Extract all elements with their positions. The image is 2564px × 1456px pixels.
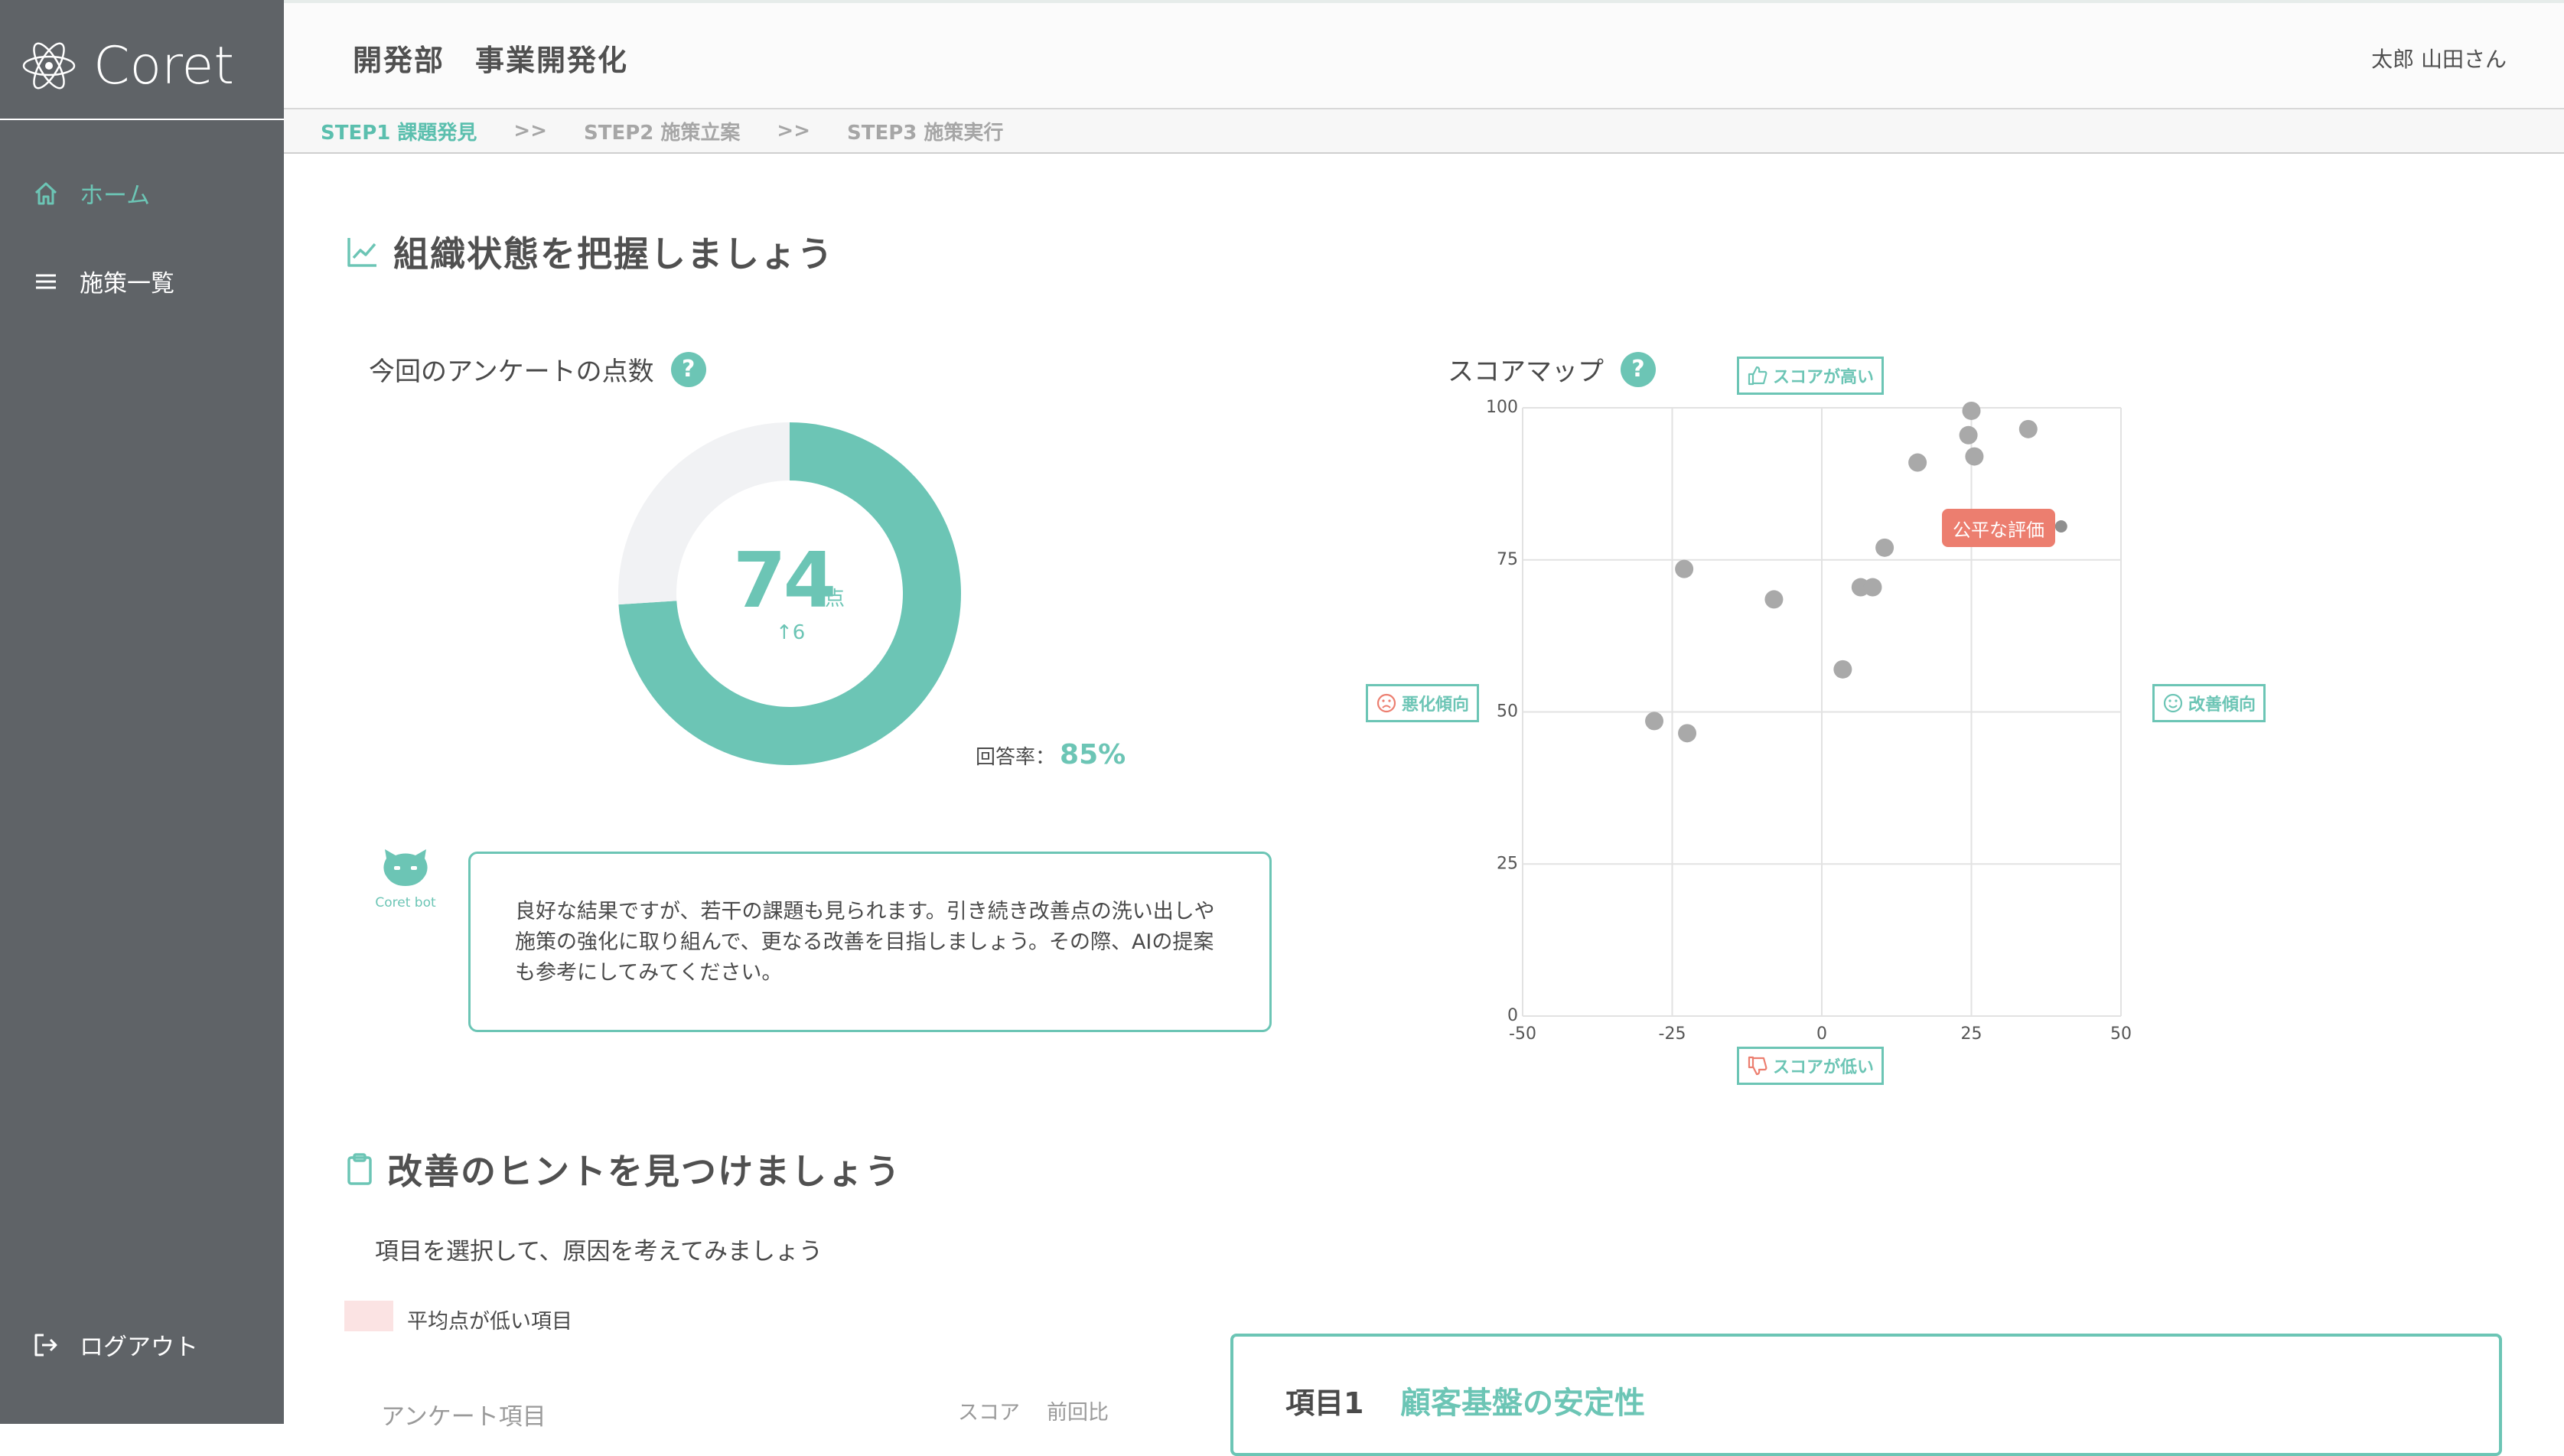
- department-title: 開発部 事業開発化: [353, 44, 629, 77]
- scatter-point[interactable]: [1959, 425, 1978, 445]
- x-tick-label: 0: [1816, 1024, 1827, 1044]
- x-tick-label: 50: [2110, 1024, 2132, 1044]
- logout-button[interactable]: ログアウト: [31, 1327, 198, 1362]
- legend-label-low: 平均点が低い項目: [407, 1310, 572, 1334]
- home-icon: [31, 178, 61, 209]
- chart-line-icon: [346, 235, 380, 269]
- sidebar-item-measures[interactable]: 施策一覧: [31, 264, 174, 298]
- sidebar-item-home[interactable]: ホーム: [31, 176, 150, 210]
- help-icon[interactable]: ?: [670, 351, 706, 387]
- score-title: 今回のアンケートの点数 ?: [369, 350, 706, 388]
- table-header-score: スコア: [958, 1401, 1020, 1425]
- coret-bot: Coret bot: [373, 848, 438, 910]
- scatter-point[interactable]: [1678, 724, 1697, 743]
- y-tick-label: 75: [1497, 550, 1518, 569]
- y-tick-label: 0: [1507, 1006, 1518, 1025]
- smile-face-icon: [2163, 693, 2183, 713]
- help-icon[interactable]: ?: [1621, 351, 1656, 387]
- step-2[interactable]: STEP2 施策立案: [584, 117, 740, 145]
- tag-score-low[interactable]: スコアが低い: [1737, 1047, 1885, 1085]
- scatter-point[interactable]: [1833, 660, 1852, 679]
- app-logo[interactable]: Coret: [21, 26, 234, 106]
- y-tick-label: 100: [1486, 398, 1518, 417]
- detail-item-number: 項目1: [1285, 1386, 1364, 1420]
- section-title-organization: 組織状態を把握しましょう: [346, 226, 834, 277]
- thumbs-down-icon: [1748, 1056, 1767, 1076]
- table-header-prev: 前回比: [1047, 1401, 1109, 1425]
- tag-score-high[interactable]: スコアが高い: [1737, 357, 1885, 395]
- y-tick-label: 50: [1497, 702, 1518, 721]
- scatter-point[interactable]: [1962, 401, 1981, 420]
- tag-trend-worse[interactable]: 悪化傾向: [1366, 684, 1480, 722]
- step-breadcrumb: STEP1 課題発見 >> STEP2 施策立案 >> STEP3 施策実行: [284, 109, 2564, 154]
- top-header: 開発部 事業開発化 太郎 山田さん: [284, 0, 2564, 109]
- step-1[interactable]: STEP1 課題発見: [321, 117, 477, 145]
- scatter-point[interactable]: [1675, 559, 1694, 578]
- score-unit: 点: [825, 588, 845, 611]
- x-tick-label: 25: [1961, 1024, 1982, 1044]
- scatter-point[interactable]: [1875, 538, 1894, 557]
- point-tooltip: 公平な評価: [1942, 509, 2055, 547]
- table-header-item: アンケート項目: [381, 1403, 546, 1431]
- tag-trend-better[interactable]: 改善傾向: [2152, 684, 2266, 722]
- logout-icon: [31, 1330, 61, 1360]
- bot-label: Coret bot: [375, 895, 436, 910]
- score-value: 74: [733, 536, 836, 625]
- section-title-hints: 改善のヒントを見つけましょう: [346, 1144, 901, 1194]
- scatter-point[interactable]: [1764, 590, 1784, 609]
- scatter-point[interactable]: [2018, 419, 2038, 438]
- atom-icon: [22, 42, 76, 90]
- scatter-point[interactable]: [1863, 578, 1882, 597]
- step-3[interactable]: STEP3 施策実行: [847, 117, 1003, 145]
- step-separator: >>: [777, 119, 810, 142]
- score-map-chart: -50 -25 0 25 50 0 25 50 75 100: [1486, 398, 2132, 1044]
- logout-label: ログアウト: [80, 1334, 198, 1361]
- legend-swatch-low: [344, 1301, 393, 1331]
- x-tick-label: -25: [1659, 1024, 1686, 1044]
- scatter-point[interactable]: [1965, 447, 1984, 466]
- scatter-point[interactable]: [2054, 520, 2067, 533]
- scatter-point[interactable]: [1908, 453, 1927, 472]
- sidebar: Coret ホーム 施策一覧 ログアウト: [0, 0, 284, 1424]
- item-detail-panel: 項目1 顧客基盤の安定性: [1230, 1334, 2502, 1456]
- clipboard-icon: [346, 1152, 373, 1186]
- response-rate-value: 85%: [1060, 739, 1126, 770]
- response-rate: 回答率： 85%: [976, 739, 1126, 770]
- sidebar-item-label: ホーム: [80, 182, 151, 210]
- step-separator: >>: [513, 119, 547, 142]
- x-tick-label: -50: [1509, 1024, 1536, 1044]
- scatter-point[interactable]: [1645, 712, 1664, 731]
- logo-text: Coret: [93, 35, 235, 96]
- bot-message: 良好な結果ですが、若干の課題も見られます。引き続き改善点の洗い出しや施策の強化に…: [468, 852, 1272, 1032]
- logo-divider: [0, 119, 284, 120]
- y-tick-label: 25: [1497, 854, 1518, 873]
- thumbs-up-icon: [1748, 366, 1767, 386]
- sidebar-item-label: 施策一覧: [80, 270, 174, 298]
- hint-description: 項目を選択して、原因を考えてみましょう: [375, 1238, 823, 1265]
- detail-item-name: 顧客基盤の安定性: [1400, 1386, 1645, 1421]
- user-name[interactable]: 太郎 山田さん: [2371, 43, 2507, 73]
- score-diff: ↑6: [776, 621, 806, 644]
- cat-bot-icon: [383, 849, 428, 886]
- list-icon: [31, 266, 61, 297]
- sad-face-icon: [1376, 693, 1396, 713]
